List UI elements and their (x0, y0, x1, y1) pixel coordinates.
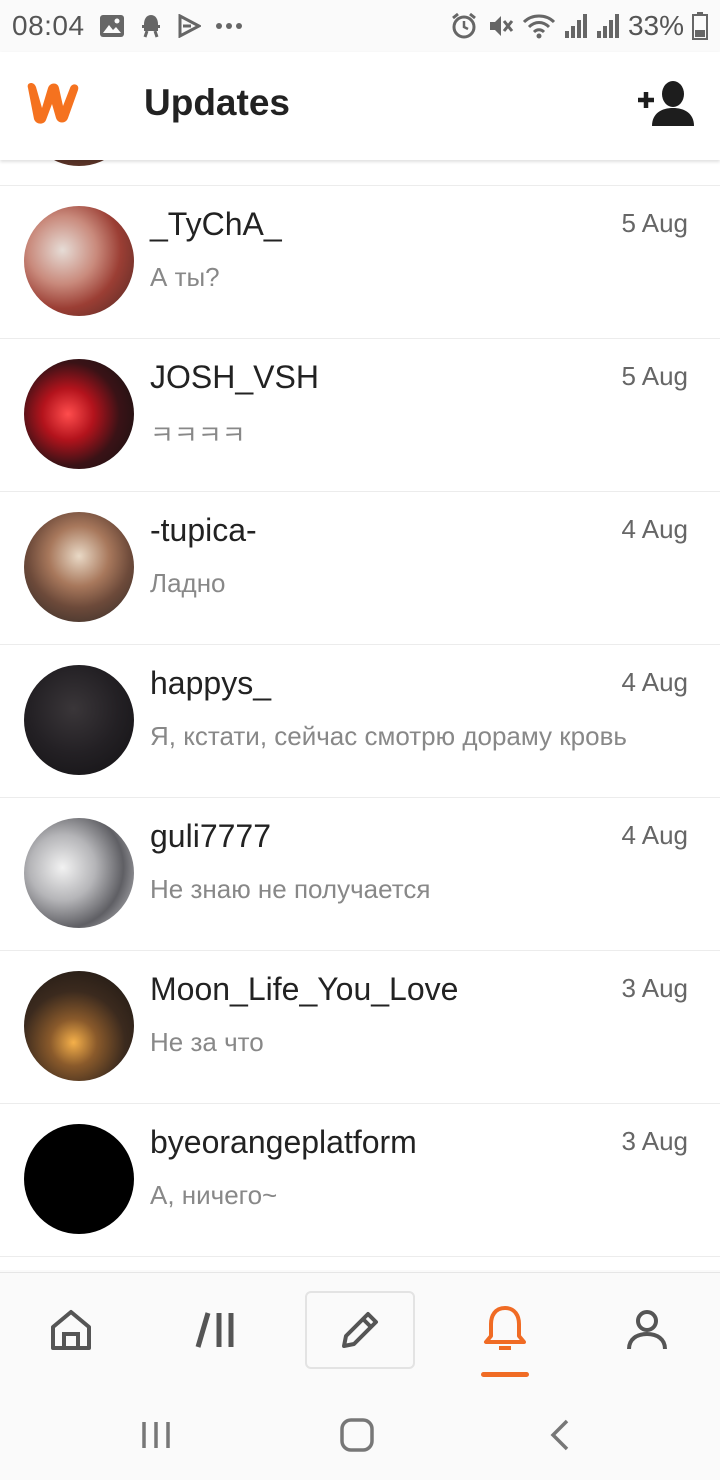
avatar[interactable] (24, 359, 134, 469)
status-bar: 08:04 33% (0, 0, 720, 52)
active-tab-indicator (481, 1372, 529, 1377)
conversation-username: _TyChA_ (150, 206, 282, 242)
bottom-navigation (0, 1272, 720, 1390)
wifi-icon (522, 14, 556, 39)
notifications-icon[interactable] (450, 1291, 560, 1369)
recents-icon[interactable] (126, 1410, 186, 1460)
profile-icon[interactable] (592, 1291, 702, 1369)
battery-icon (692, 12, 708, 40)
image-icon (99, 15, 124, 37)
home-icon[interactable] (16, 1291, 126, 1369)
conversation-username: Moon_Life_You_Love (150, 971, 459, 1007)
conversation-row[interactable]: byeorangeplatform А, ничего~ 3 Aug (0, 1104, 720, 1257)
mute-icon (489, 16, 514, 36)
library-icon[interactable] (162, 1291, 272, 1369)
conversation-row[interactable]: Moon_Life_You_Love Не за что 3 Aug (0, 951, 720, 1104)
conversation-row[interactable]: -tupica- Ладно 4 Aug (0, 492, 720, 645)
conversation-username: byeorangeplatform (150, 1124, 417, 1160)
conversation-username: guli7777 (150, 818, 271, 854)
more-dots-icon (215, 23, 242, 29)
conversation-row[interactable]: guli7777 Не знаю не получается 4 Aug (0, 798, 720, 951)
avatar[interactable] (24, 971, 134, 1081)
conversation-date: 4 Aug (621, 820, 688, 850)
wattpad-logo-icon[interactable] (22, 78, 88, 131)
write-icon[interactable] (305, 1291, 415, 1369)
conversation-preview: Не знаю не получается (150, 874, 431, 904)
conversation-date: 3 Aug (621, 973, 688, 1003)
conversation-preview: А, ничего~ (150, 1180, 278, 1210)
avatar[interactable] (24, 206, 134, 316)
system-navigation (0, 1390, 720, 1480)
avatar[interactable] (24, 512, 134, 622)
signal-icon (564, 14, 587, 38)
home-square-icon[interactable] (327, 1410, 387, 1460)
avatar[interactable] (24, 665, 134, 775)
battery-percent: 33% (627, 10, 684, 41)
conversation-preview: Я, кстати, сейчас смотрю дораму кровь (150, 721, 627, 751)
back-icon[interactable] (530, 1410, 590, 1460)
conversation-row[interactable]: _TyChA_ А ты? 5 Aug (0, 186, 720, 339)
conversation-preview: Ладно (150, 568, 226, 598)
conversation-date: 5 Aug (621, 361, 688, 391)
status-time: 08:04 (12, 10, 85, 41)
conversation-row[interactable]: JOSH_VSH ㅋㅋㅋㅋ 5 Aug (0, 339, 720, 492)
conversation-preview: ㅋㅋㅋㅋ (150, 420, 246, 450)
play-icon (178, 14, 201, 38)
app-bar: Updates (0, 52, 720, 160)
conversation-row[interactable]: happys_ Я, кстати, сейчас смотрю дораму … (0, 645, 720, 798)
list-item-partial (0, 160, 720, 186)
android-debug-icon (141, 15, 160, 38)
conversation-username: JOSH_VSH (150, 359, 319, 395)
conversation-date: 3 Aug (621, 1126, 688, 1156)
conversation-date: 4 Aug (621, 667, 688, 697)
conversation-preview: А ты? (150, 262, 220, 292)
page-title: Updates (144, 82, 290, 123)
avatar[interactable] (24, 818, 134, 928)
signal-icon (596, 14, 619, 38)
avatar[interactable] (24, 1124, 134, 1234)
conversation-username: -tupica- (150, 512, 257, 548)
conversation-username: happys_ (150, 665, 271, 701)
avatar (24, 160, 134, 166)
alarm-icon (452, 12, 476, 39)
conversation-date: 4 Aug (621, 514, 688, 544)
conversation-list[interactable]: _TyChA_ А ты? 5 Aug JOSH_VSH ㅋㅋㅋㅋ 5 Aug … (0, 160, 720, 1270)
add-person-icon[interactable] (638, 80, 698, 132)
conversation-date: 5 Aug (621, 208, 688, 238)
conversation-preview: Не за что (150, 1027, 264, 1057)
